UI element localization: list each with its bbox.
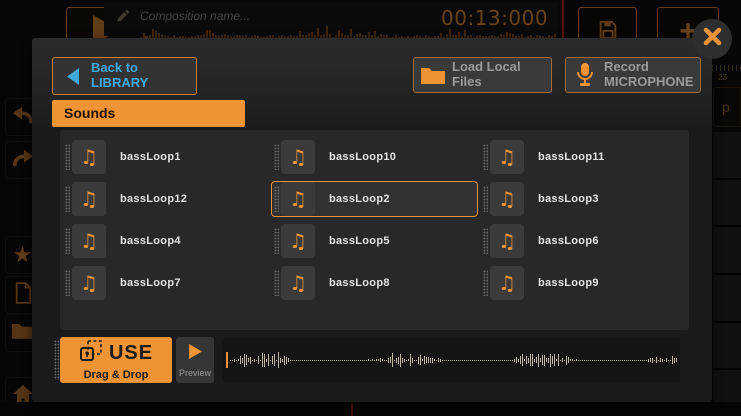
back-to-library-button[interactable]: Back toLIBRARY [52, 57, 197, 95]
music-note-icon: ♫ [289, 189, 307, 209]
sound-label: bassLoop3 [538, 193, 599, 205]
sound-tile: ♫ [281, 224, 315, 258]
sound-item[interactable]: ♫ bassLoop5 [271, 223, 478, 259]
music-note-icon: ♫ [498, 273, 516, 293]
drag-handle[interactable] [274, 144, 279, 170]
preview-button-label: Preview [179, 368, 211, 378]
sound-tile: ♫ [281, 266, 315, 300]
sound-label: bassLoop7 [120, 277, 181, 289]
drag-handle[interactable] [483, 228, 488, 254]
drag-handle[interactable] [65, 228, 70, 254]
drag-handle[interactable] [274, 228, 279, 254]
sound-tile: ♫ [72, 140, 106, 174]
sound-tile: ♫ [72, 182, 106, 216]
sound-tile: ♫ [72, 266, 106, 300]
sound-label: bassLoop4 [120, 235, 181, 247]
drag-handle[interactable] [65, 144, 70, 170]
use-drag-handle[interactable] [54, 340, 59, 380]
preview-play-icon [188, 343, 203, 365]
sound-item[interactable]: ♫ bassLoop2 [271, 181, 478, 217]
load-local-files-button[interactable]: Load LocalFiles [413, 57, 552, 93]
close-modal-button[interactable] [692, 19, 732, 59]
close-icon [702, 26, 723, 52]
preview-button[interactable]: Preview [176, 337, 214, 383]
drag-handle[interactable] [483, 186, 488, 212]
sound-item[interactable]: ♫ bassLoop6 [480, 223, 687, 259]
load-button-label: Load LocalFiles [452, 60, 521, 90]
sound-item[interactable]: ♫ bassLoop10 [271, 139, 478, 175]
music-note-icon: ♫ [289, 231, 307, 251]
music-note-icon: ♫ [289, 147, 307, 167]
folder-icon [414, 65, 452, 85]
use-button-subtitle: Drag & Drop [84, 369, 149, 381]
sound-label: bassLoop2 [329, 193, 390, 205]
sound-tile: ♫ [490, 140, 524, 174]
sound-tile: ♫ [281, 140, 315, 174]
sound-item[interactable]: ♫ bassLoop12 [62, 181, 269, 217]
drag-handle[interactable] [274, 186, 279, 212]
drag-handle[interactable] [274, 270, 279, 296]
record-microphone-button[interactable]: RecordMICROPHONE [565, 57, 701, 93]
music-note-icon: ♫ [80, 231, 98, 251]
drag-handle[interactable] [65, 186, 70, 212]
sound-library-modal: Back toLIBRARY Load LocalFiles RecordMIC… [32, 38, 712, 402]
app-root: Composition name... 00:13:000 + ★ [0, 0, 741, 416]
sound-label: bassLoop6 [538, 235, 599, 247]
sound-item[interactable]: ♫ bassLoop1 [62, 139, 269, 175]
preview-waveform [230, 338, 680, 382]
sound-tile: ♫ [72, 224, 106, 258]
use-button-title: USE [109, 342, 153, 365]
music-note-icon: ♫ [289, 273, 307, 293]
drag-handle[interactable] [483, 144, 488, 170]
sound-grid: ♫ bassLoop1 ♫ bassLoop10 ♫ bassLoop11 ♫ … [60, 130, 689, 330]
music-note-icon: ♫ [80, 189, 98, 209]
drag-handle[interactable] [483, 270, 488, 296]
sound-item[interactable]: ♫ bassLoop4 [62, 223, 269, 259]
sound-item[interactable]: ♫ bassLoop7 [62, 265, 269, 301]
drag-handle[interactable] [65, 270, 70, 296]
sound-label: bassLoop12 [120, 193, 187, 205]
sound-tile: ♫ [490, 182, 524, 216]
sound-item[interactable]: ♫ bassLoop8 [271, 265, 478, 301]
music-note-icon: ♫ [80, 147, 98, 167]
music-note-icon: ♫ [498, 231, 516, 251]
sound-label: bassLoop10 [329, 151, 396, 163]
sound-tile: ♫ [490, 266, 524, 300]
music-note-icon: ♫ [80, 273, 98, 293]
microphone-icon [566, 62, 604, 88]
preview-waveform-panel [222, 338, 680, 382]
waveform-cursor [226, 352, 228, 368]
sound-item[interactable]: ♫ bassLoop3 [480, 181, 687, 217]
use-button[interactable]: USE Drag & Drop [60, 337, 172, 383]
sound-tile: ♫ [281, 182, 315, 216]
sound-label: bassLoop1 [120, 151, 181, 163]
tab-sounds[interactable]: Sounds [52, 100, 245, 127]
sound-label: bassLoop5 [329, 235, 390, 247]
sound-item[interactable]: ♫ bassLoop11 [480, 139, 687, 175]
sound-label: bassLoop9 [538, 277, 599, 289]
sound-label: bassLoop8 [329, 277, 390, 289]
sound-item[interactable]: ♫ bassLoop9 [480, 265, 687, 301]
record-button-label: RecordMICROPHONE [604, 60, 694, 90]
music-note-icon: ♫ [498, 189, 516, 209]
back-arrow-icon [53, 66, 91, 87]
drag-drop-icon [79, 339, 103, 368]
sound-label: bassLoop11 [538, 151, 605, 163]
music-note-icon: ♫ [498, 147, 516, 167]
sound-tile: ♫ [490, 224, 524, 258]
back-button-label: Back toLIBRARY [91, 61, 148, 91]
